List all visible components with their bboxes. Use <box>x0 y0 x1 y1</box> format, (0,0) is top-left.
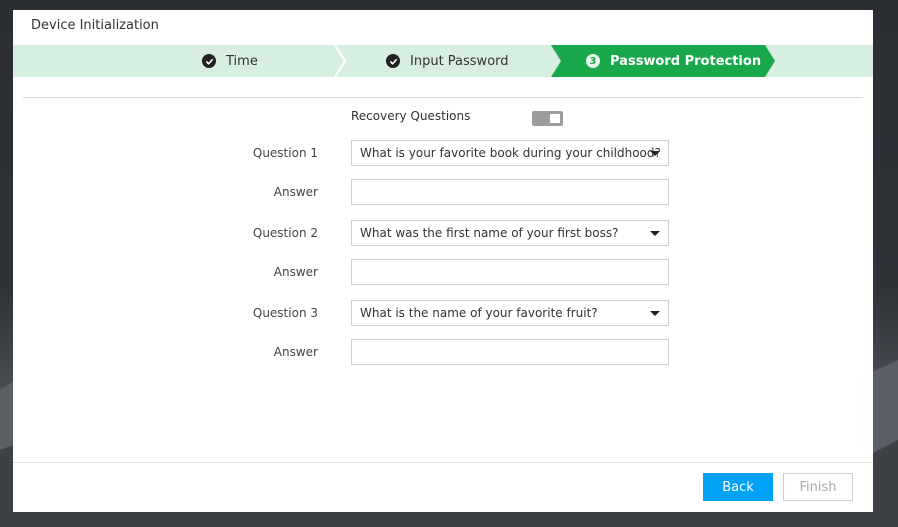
question-2-select[interactable]: What was the first name of your first bo… <box>351 220 669 246</box>
step-time: Time <box>202 45 258 77</box>
question-2-value: What was the first name of your first bo… <box>360 226 619 240</box>
answer-2-input[interactable] <box>351 259 669 285</box>
step-password-protection-label: Password Protection <box>610 53 762 69</box>
answer-3-input[interactable] <box>351 339 669 365</box>
caret-down-icon <box>650 311 660 316</box>
question-1-label: Question 1 <box>252 146 318 160</box>
back-button[interactable]: Back <box>703 473 773 501</box>
caret-down-icon <box>650 151 660 156</box>
question-3-select[interactable]: What is the name of your favorite fruit? <box>351 300 669 326</box>
step-password-protection: 3 Password Protection <box>551 45 775 77</box>
question-3-value: What is the name of your favorite fruit? <box>360 306 598 320</box>
question-1-select[interactable]: What is your favorite book during your c… <box>351 140 669 166</box>
question-1-value: What is your favorite book during your c… <box>360 146 661 160</box>
answer-1-input[interactable] <box>351 179 669 205</box>
check-circle-icon <box>386 54 400 68</box>
answer-1-label: Answer <box>273 185 318 199</box>
step-time-label: Time <box>226 53 258 69</box>
question-3-label: Question 3 <box>252 306 318 320</box>
footer-divider <box>13 462 873 463</box>
question-2-label: Question 2 <box>252 226 318 240</box>
step-bar: Time Input Password 3 Password Protectio… <box>13 45 873 77</box>
step-input-password-label: Input Password <box>410 53 509 69</box>
answer-2-label: Answer <box>273 265 318 279</box>
dialog-title: Device Initialization <box>31 18 159 33</box>
recovery-questions-label: Recovery Questions <box>351 109 471 123</box>
recovery-questions-toggle[interactable] <box>532 111 563 126</box>
check-circle-icon <box>202 54 216 68</box>
divider <box>23 97 863 98</box>
step-number-badge: 3 <box>586 54 600 68</box>
finish-button[interactable]: Finish <box>783 473 853 501</box>
caret-down-icon <box>650 231 660 236</box>
answer-3-label: Answer <box>273 345 318 359</box>
device-initialization-dialog: Device Initialization Time Input Passwor… <box>13 10 873 512</box>
step-input-password: Input Password <box>386 45 509 77</box>
